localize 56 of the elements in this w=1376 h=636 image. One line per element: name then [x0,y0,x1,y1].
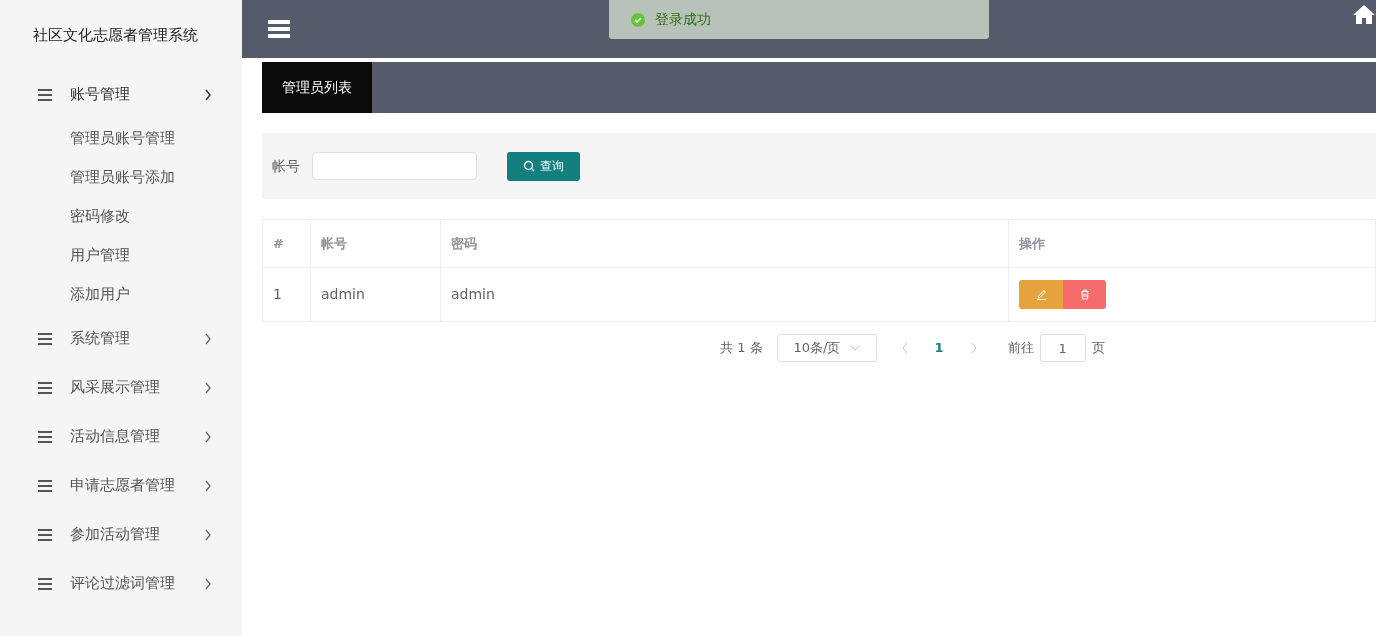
edit-button[interactable] [1019,280,1063,309]
column-header: # [262,219,311,268]
chevron-icon [204,479,212,492]
submenu-item[interactable]: 密码修改 [0,197,242,236]
table-cell: admin [310,267,441,322]
pencil-icon [1035,289,1047,300]
caret-icon [849,345,860,351]
sidebar-item[interactable]: 账号管理 [0,70,242,119]
chevron-icon [204,577,212,590]
sidebar-item[interactable]: 活动信息管理 [0,412,242,461]
list-icon [38,479,52,492]
column-header: 密码 [440,219,1009,268]
sidebar-item[interactable]: 申请志愿者管理 [0,461,242,510]
sidebar-item[interactable]: 参加活动管理 [0,510,242,559]
chevron-icon [204,528,212,541]
goto-label: 前往 [1007,339,1034,358]
list-icon [38,332,52,345]
submenu-item[interactable]: 管理员账号管理 [0,119,242,158]
column-header: 操作 [1008,219,1376,268]
sidebar-item[interactable]: 风采展示管理 [0,363,242,412]
submenu-item[interactable]: 用户管理 [0,236,242,275]
tab[interactable]: 管理员列表 [262,62,372,113]
page-input[interactable]: 1 [1039,334,1086,362]
trash-icon [1079,289,1090,300]
home-icon[interactable] [1352,4,1376,24]
chevron-icon [204,430,212,443]
table-cell: admin [440,267,1009,322]
list-icon [38,430,52,443]
list-icon [38,528,52,541]
page-number[interactable]: 1 [934,338,944,358]
chevron-icon [204,88,212,101]
chevron-icon [204,381,212,394]
goto-suffix: 页 [1091,339,1105,358]
next-icon[interactable] [969,342,978,354]
submenu-item[interactable]: 管理员账号添加 [0,158,242,197]
toast-text: 登录成功 [655,10,711,29]
app-title: 社区文化志愿者管理系统 [32,24,199,46]
search-button[interactable]: 查询 [507,151,580,181]
column-header: 帐号 [310,219,441,268]
list-icon [38,381,52,394]
field-label: 帐号 [272,156,300,176]
list-icon [38,577,52,590]
sidebar-item[interactable]: 系统管理 [0,314,242,363]
table-cell: 1 [262,267,311,322]
delete-button[interactable] [1063,280,1106,309]
account-input[interactable] [312,152,477,180]
menu-icon[interactable] [268,20,290,38]
check-circle-icon [631,12,645,27]
total-count: 共 1 条 [720,339,763,358]
sidebar-item[interactable]: 评论过滤词管理 [0,559,242,608]
list-icon [38,88,52,101]
prev-icon[interactable] [900,342,909,354]
search-icon [523,160,535,172]
chevron-icon [204,332,212,345]
page-size-select[interactable]: 10条/页 [776,334,877,362]
submenu-item[interactable]: 添加用户 [0,275,242,314]
